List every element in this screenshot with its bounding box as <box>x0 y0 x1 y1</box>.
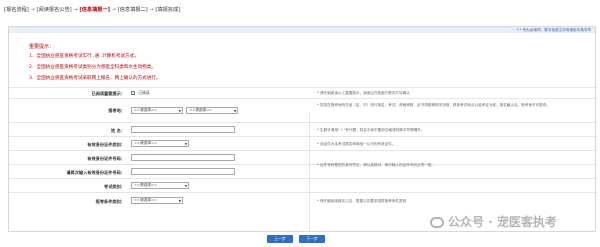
id-number-label: 有效身份证件号码： <box>87 156 125 161</box>
name-control <box>131 126 235 134</box>
exam-area-label: 报考地： <box>108 108 125 113</box>
exam-condition-select[interactable]: ==请选择== ▼ <box>131 197 183 204</box>
name-input[interactable] <box>131 126 235 133</box>
form-panel: * * 号为必填项，数字及英文字母请用半角字符 重要提示： 1．全国执业兽医资格… <box>8 26 596 233</box>
notice-title: 重要提示： <box>29 44 55 50</box>
id-number-hint: * 证件号码是您的身份凭证，请认真核对，两次输入的证件号码必须一致。 <box>317 163 435 167</box>
id-type-hint: * 该证件为本考试报名审核唯一认可的有效证件。 <box>317 142 396 146</box>
exam-condition-hint: * 请仔细阅读报名公告，根据公告要求选择报考条件类别 <box>317 199 407 203</box>
exam-condition-label: 报考条件类别： <box>95 199 125 204</box>
row-id-number: 有效身份证件号码： <box>9 150 595 164</box>
chevron-down-icon: ▼ <box>184 184 187 188</box>
step-arrow: → <box>30 7 35 13</box>
row-id-type: 有效身份证件类别： ==请选择== ▼ * 该证件为本考试报名审核唯一认可的有效证… <box>9 136 595 150</box>
name-hint: * 生僻字请用" * "号代替，姓名中间不要用空格或特殊字符等隔开。 <box>317 128 425 132</box>
step-complete: [填报完成] <box>155 7 181 13</box>
step-info-two: [信息填报二] <box>117 7 148 13</box>
name-label: 姓 名： <box>110 128 125 133</box>
row-exam-category: 考试类别： ==请选择== ▼ <box>9 178 595 192</box>
chevron-down-icon: ▼ <box>233 109 237 113</box>
exam-category-label: 考试类别： <box>104 184 125 189</box>
exam-area-province-select[interactable]: ==请选择== ▼ <box>131 107 183 114</box>
required-tip: * * 号为必填项，数字及英文字母请用半角字符 <box>516 28 591 32</box>
notice-line-1: 1．全国执业兽医资格考试实行..通..计算机考试方式。 <box>29 54 139 59</box>
chevron-down-icon: ▼ <box>178 109 181 113</box>
id-number-confirm-input[interactable] <box>131 168 235 175</box>
row-exam-condition: 报考条件类别： ==请选择== ▼ * 请仔细阅读报名公告，根据公告要求选择报考条… <box>9 192 595 208</box>
next-step-button[interactable]: 下一步 <box>299 235 325 243</box>
step-read-notice[interactable]: [阅读报名公告] <box>36 7 71 13</box>
wechat-icon <box>430 217 444 228</box>
row-exam-area: 报考地： ==请选择== ▼ ==请选择== ▼ * 您将在报考地所在省（区、市）进… <box>9 98 595 122</box>
id-type-label: 有效身份证件类别： <box>87 142 125 147</box>
watermark: 公众号 · 宠医客执考 <box>430 213 557 230</box>
step-arrow: → <box>73 7 78 13</box>
chevron-down-icon: ▼ <box>184 142 187 146</box>
exam-category-control: ==请选择== ▼ <box>131 182 189 189</box>
row-name: 姓 名： * 生僻字请用" * "号代替，姓名中间不要用空格或特殊字符等隔开。 <box>9 122 595 136</box>
id-number-input[interactable] <box>131 154 235 161</box>
read-notice-control: 已阅读 <box>131 90 150 96</box>
row-read-notice: 已阅读重要提示： 已阅读 * 请仔细阅读以上重要提示，阅读后在前面方框内打勾确认 <box>9 87 595 98</box>
exam-condition-control: ==请选择== ▼ <box>131 197 183 204</box>
notice-line-2: 2．全国执业兽医资格考试类别分为兽医全科类和水生动物类。 <box>29 65 156 70</box>
id-type-select[interactable]: ==请选择== ▼ <box>131 140 189 147</box>
read-notice-label: 已阅读重要提示： <box>91 91 125 96</box>
row-id-number-confirm: 请再次输入有效身份证件号码： * 证件号码是您的身份凭证，请认真核对，两次输入的… <box>9 163 595 178</box>
read-notice-option[interactable]: 已阅读 <box>138 90 149 95</box>
read-notice-checkbox[interactable] <box>131 91 135 95</box>
id-number-confirm-control <box>131 168 235 176</box>
step-arrow: → <box>111 7 117 13</box>
exam-area-control: ==请选择== ▼ ==请选择== ▼ <box>131 107 239 114</box>
exam-area-hint: * 您将在报考地所在省（区、市）进行报名、考试、资格审核、证书领取等相关流程，具… <box>317 103 550 107</box>
id-type-control: ==请选择== ▼ <box>131 140 189 147</box>
id-number-control <box>131 154 235 162</box>
prev-step-button[interactable]: 上一步 <box>267 235 293 243</box>
exam-area-city-select[interactable]: ==请选择== ▼ <box>186 107 239 114</box>
panel-topbar: * * 号为必填项，数字及英文字母请用半角字符 <box>9 27 595 33</box>
chevron-down-icon: ▼ <box>178 199 181 203</box>
progress-steps: [报名流程] → [阅读报名公告] → [信息填报一] → [信息填报二] → … <box>4 6 180 13</box>
notice-line-3: 3．全国执业兽医资格考试采取网上报名、网上确认的方式进行。 <box>29 76 161 81</box>
step-arrow: → <box>149 7 154 13</box>
exam-category-select[interactable]: ==请选择== ▼ <box>131 182 189 189</box>
watermark-text: 公众号 · 宠医客执考 <box>448 215 557 229</box>
id-number-confirm-label: 请再次输入有效身份证件号码： <box>66 170 125 175</box>
step-info-one: [信息填报一] <box>79 7 111 13</box>
step-process[interactable]: [报名流程] <box>4 7 29 13</box>
read-notice-hint: * 请仔细阅读以上重要提示，阅读后在前面方框内打勾确认 <box>317 91 410 95</box>
